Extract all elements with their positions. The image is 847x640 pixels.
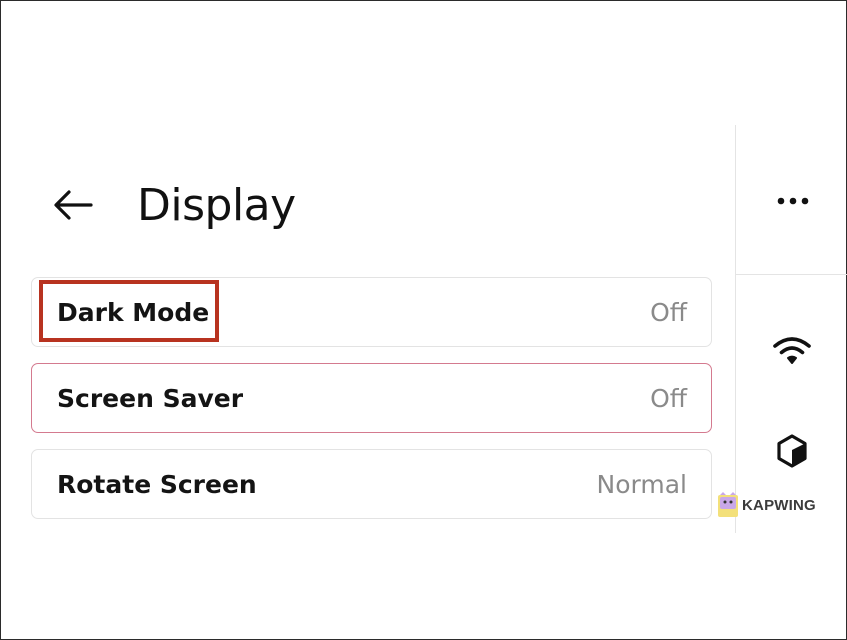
kapwing-watermark: KAPWING [717, 492, 816, 518]
side-panel-divider [735, 125, 736, 533]
back-button[interactable] [53, 181, 101, 229]
settings-list: Dark Mode Off Screen Saver Off Rotate Sc… [31, 277, 712, 535]
more-horizontal-icon [777, 197, 809, 205]
device-screen: Display Dark Mode Off Screen Saver Off R… [0, 0, 847, 640]
side-panel-separator [736, 274, 847, 275]
page-title: Display [137, 179, 296, 231]
arrow-left-icon [54, 190, 93, 220]
wifi-icon[interactable] [772, 333, 812, 369]
setting-screen-saver[interactable]: Screen Saver Off [31, 363, 712, 433]
setting-value: Off [650, 297, 687, 327]
setting-label: Rotate Screen [57, 469, 257, 499]
setting-rotate-screen[interactable]: Rotate Screen Normal [31, 449, 712, 519]
setting-value: Off [650, 383, 687, 413]
kapwing-mascot-icon [718, 492, 738, 517]
setting-dark-mode[interactable]: Dark Mode Off [31, 277, 712, 347]
page-header: Display [53, 173, 296, 237]
setting-label: Screen Saver [57, 383, 244, 413]
setting-label: Dark Mode [57, 297, 210, 327]
setting-value: Normal [596, 469, 687, 499]
cube-icon[interactable] [774, 433, 810, 469]
watermark-text: KAPWING [742, 496, 816, 514]
more-options-button[interactable] [767, 183, 819, 219]
